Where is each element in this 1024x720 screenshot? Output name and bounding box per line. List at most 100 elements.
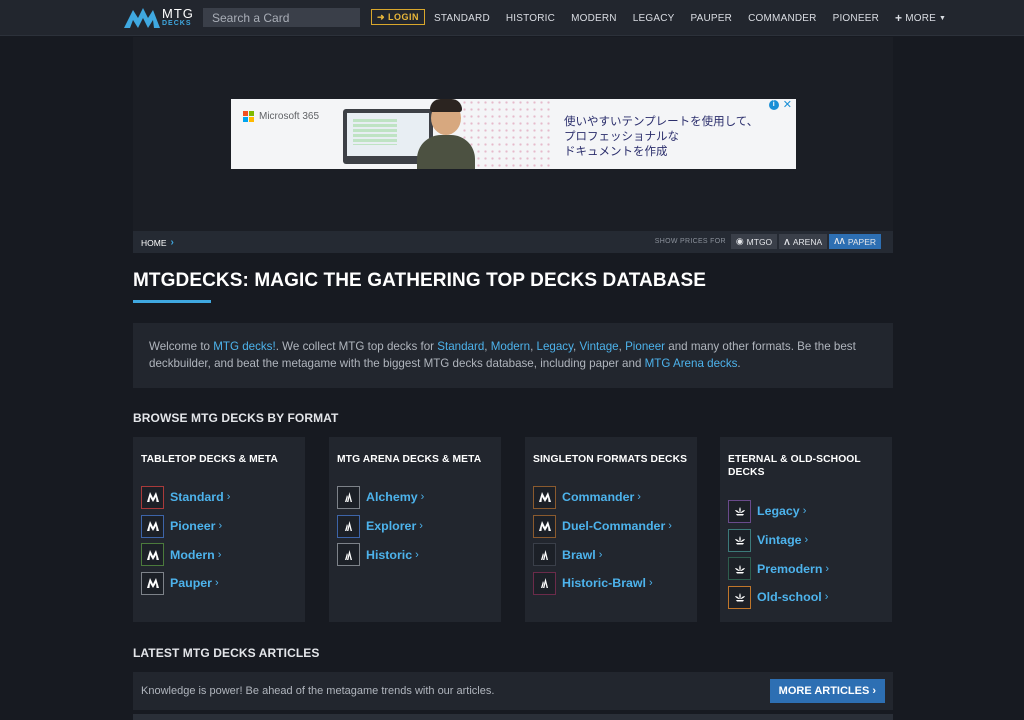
price-source-toggle: SHOW PRICES FOR ◉ MTGO Λ ARENA ΛΛ PAPER xyxy=(655,234,881,249)
format-label: Duel-Commander xyxy=(562,519,666,534)
login-icon: ➜ xyxy=(377,11,386,22)
nav-historic[interactable]: HISTORIC xyxy=(506,13,555,24)
logo-text-decks: DECKS xyxy=(162,20,192,27)
price-paper-label: PAPER xyxy=(847,236,876,247)
caret-down-icon: ▼ xyxy=(939,14,947,22)
format-link-duel-commander[interactable]: Duel-Commander › xyxy=(533,512,689,541)
format-list: Standard › Pioneer › Modern › Pauper › xyxy=(141,483,297,598)
format-card: TABLETOP DECKS & META Standard › Pioneer › Mo… xyxy=(133,437,305,622)
format-card-title: TABLETOP DECKS & META xyxy=(141,454,278,465)
arena-icon xyxy=(337,543,360,567)
format-link-standard[interactable]: Standard › xyxy=(141,483,297,512)
more-articles-button[interactable]: MORE ARTICLES › xyxy=(769,679,885,703)
format-label: Standard xyxy=(170,490,224,505)
articles-preview-strip xyxy=(133,714,893,720)
chevron-right-icon: › xyxy=(415,548,419,561)
nav-commander[interactable]: COMMANDER xyxy=(748,13,816,24)
breadcrumb-bar: HOME › SHOW PRICES FOR ◉ MTGO Λ ARENA ΛΛ… xyxy=(133,231,893,253)
arena-icon xyxy=(533,543,556,567)
ad-close-icon[interactable]: ✕ xyxy=(783,100,792,111)
price-mtgo-label: MTGO xyxy=(746,236,773,247)
ad-line-1: 使いやすいテンプレートを使用して、 xyxy=(564,116,759,128)
arena-icon: Λ xyxy=(784,236,790,247)
lotus-icon xyxy=(728,585,751,609)
format-label: Legacy xyxy=(757,504,800,519)
chevron-right-icon: › xyxy=(825,562,830,575)
ad-banner[interactable]: Microsoft 365 使いやすいテンプレートを使用して、 プロフェッショナ… xyxy=(231,99,796,169)
mtgo-icon: ◉ xyxy=(735,236,744,246)
format-link-pioneer[interactable]: Pioneer › xyxy=(141,512,297,541)
format-link-vintage[interactable]: Vintage › xyxy=(728,526,884,555)
format-link-commander[interactable]: Commander › xyxy=(533,483,689,512)
chevron-right-icon: › xyxy=(215,577,219,590)
chevron-right-icon: › xyxy=(872,685,876,697)
chevron-right-icon: › xyxy=(170,237,174,248)
mtg-icon: ΛΛ xyxy=(834,237,845,246)
nav-standard[interactable]: STANDARD xyxy=(434,13,490,24)
mtgdecks-logo-icon xyxy=(124,8,160,28)
ad-choices: i ✕ xyxy=(768,100,792,111)
login-button[interactable]: ➜ LOGIN xyxy=(371,9,426,25)
price-arena-button[interactable]: Λ ARENA xyxy=(779,234,828,249)
browse-formats-heading: BROWSE MTG DECKS BY FORMAT xyxy=(133,411,339,425)
chevron-right-icon: › xyxy=(419,520,423,533)
ad-line-2: プロフェッショナルな xyxy=(564,131,679,143)
nav-modern[interactable]: MODERN xyxy=(571,13,617,24)
format-link-brawl[interactable]: Brawl › xyxy=(533,540,689,569)
link-vintage[interactable]: Vintage xyxy=(580,340,619,353)
lotus-icon xyxy=(728,499,751,523)
price-mtgo-button[interactable]: ◉ MTGO xyxy=(730,234,778,249)
more-articles-label: MORE ARTICLES xyxy=(778,685,870,697)
breadcrumb-home[interactable]: HOME › xyxy=(141,237,174,248)
format-link-premodern[interactable]: Premodern › xyxy=(728,554,884,583)
main-nav: STANDARD HISTORIC MODERN LEGACY PAUPER C… xyxy=(426,0,954,36)
format-card-title: SINGLETON FORMATS DECKS xyxy=(533,454,688,465)
format-link-pauper[interactable]: Pauper › xyxy=(141,569,297,598)
nav-legacy[interactable]: LEGACY xyxy=(633,13,675,24)
ad-info-icon[interactable]: i xyxy=(768,100,779,110)
microsoft-logo: Microsoft 365 xyxy=(243,111,319,122)
link-mtg-arena-decks[interactable]: MTG Arena decks xyxy=(645,357,738,370)
link-standard[interactable]: Standard xyxy=(437,340,484,353)
mtg-icon xyxy=(141,571,164,595)
format-link-explorer[interactable]: Explorer › xyxy=(337,512,493,541)
format-list: Alchemy › Explorer › Historic › xyxy=(337,483,493,569)
link-mtg-decks[interactable]: MTG decks! xyxy=(213,340,276,353)
link-legacy[interactable]: Legacy xyxy=(537,340,574,353)
nav-more-dropdown[interactable]: + MORE ▼ xyxy=(895,11,946,25)
chevron-right-icon: › xyxy=(802,505,807,518)
format-label: Historic-Brawl xyxy=(562,576,646,591)
intro-text-part: . We collect MTG top decks for xyxy=(275,340,438,353)
search-card-input[interactable] xyxy=(203,8,360,27)
format-card: ETERNAL & OLD-SCHOOL DECKS Legacy › Vintage… xyxy=(720,437,892,622)
price-arena-label: ARENA xyxy=(792,236,823,247)
format-card: MTG ARENA DECKS & META Alchemy › Explorer › H… xyxy=(329,437,501,622)
format-link-alchemy[interactable]: Alchemy › xyxy=(337,483,493,512)
format-label: Premodern xyxy=(757,561,823,576)
ad-brand: Microsoft 365 xyxy=(259,111,320,122)
price-paper-button[interactable]: ΛΛ PAPER xyxy=(829,234,881,249)
format-link-old-school[interactable]: Old-school › xyxy=(728,583,884,612)
lotus-icon xyxy=(728,557,751,581)
lotus-icon xyxy=(728,528,751,552)
chevron-right-icon: › xyxy=(217,548,222,561)
site-logo[interactable]: MTG DECKS xyxy=(124,6,194,28)
mtg-icon xyxy=(141,485,164,509)
mtg-icon xyxy=(141,514,164,538)
format-link-modern[interactable]: Modern › xyxy=(141,540,297,569)
link-modern[interactable]: Modern xyxy=(491,340,530,353)
format-link-historic-brawl[interactable]: Historic-Brawl › xyxy=(533,569,689,598)
link-pioneer[interactable]: Pioneer xyxy=(625,340,665,353)
ad-copy: 使いやすいテンプレートを使用して、 プロフェッショナルな ドキュメントを作成 xyxy=(564,115,758,160)
format-link-historic[interactable]: Historic › xyxy=(337,540,493,569)
format-label: Historic xyxy=(366,547,413,562)
format-list: Commander › Duel-Commander › Brawl › Historic-… xyxy=(533,483,689,598)
format-label: Explorer xyxy=(366,519,417,534)
intro-text: Welcome to MTG decks!. We collect MTG to… xyxy=(133,323,893,388)
nav-pioneer[interactable]: PIONEER xyxy=(833,13,879,24)
breadcrumb-home-label: HOME xyxy=(141,237,167,248)
nav-pauper[interactable]: PAUPER xyxy=(691,13,733,24)
format-label: Brawl xyxy=(562,547,596,562)
chevron-right-icon: › xyxy=(824,591,829,604)
format-link-legacy[interactable]: Legacy › xyxy=(728,497,884,526)
